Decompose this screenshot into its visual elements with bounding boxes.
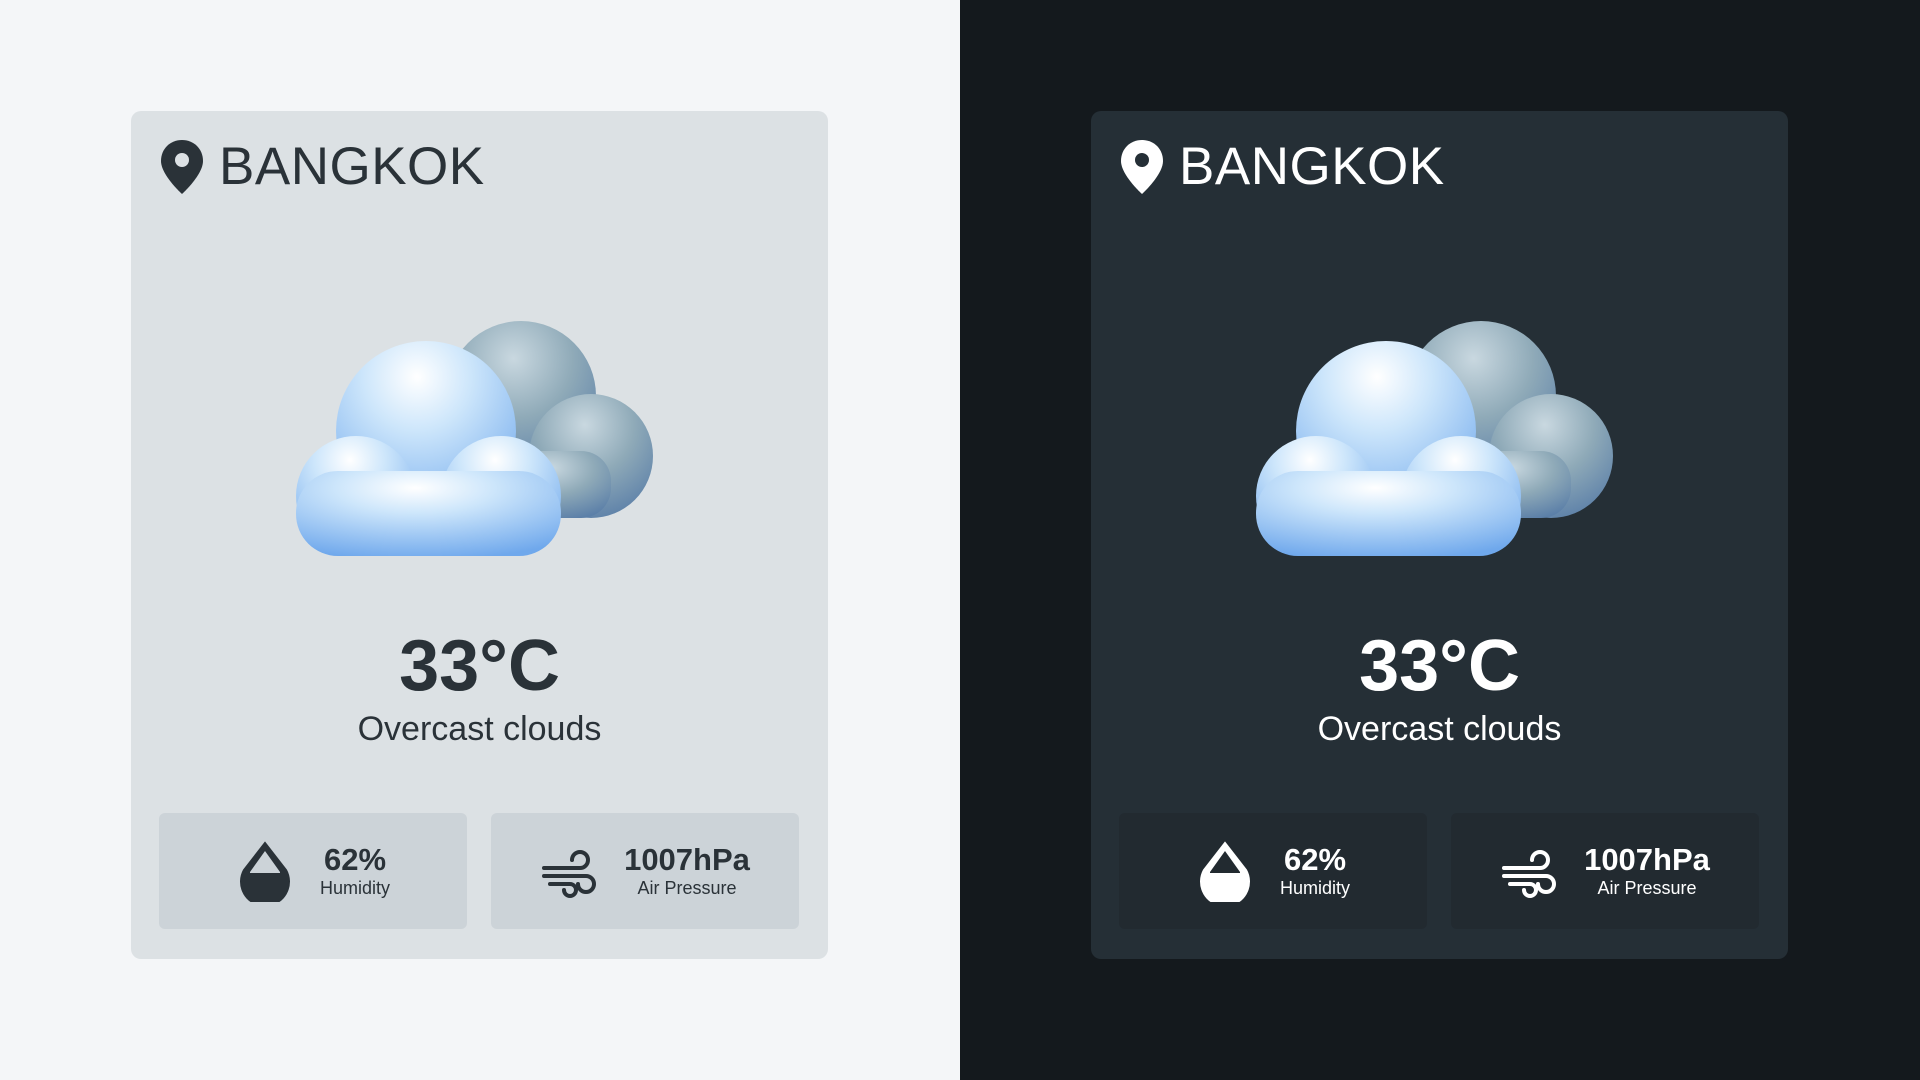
water-drop-icon xyxy=(1199,841,1250,902)
humidity-label: Humidity xyxy=(1279,878,1350,898)
air-pressure-stat: 1007hPa Air Pressure xyxy=(1451,813,1759,929)
weather-card-dark: BANGKOK 33°C Overcast clouds 62% Humidit… xyxy=(1091,111,1788,959)
air-pressure-stat: 1007hPa Air Pressure xyxy=(491,813,799,929)
wind-icon xyxy=(1502,850,1557,898)
wind-icon xyxy=(542,850,597,898)
humidity-stat: 62% Humidity xyxy=(1119,813,1427,929)
location-pin-icon xyxy=(1121,140,1163,194)
dark-theme-panel: BANGKOK 33°C Overcast clouds 62% Humidit… xyxy=(960,0,1920,1080)
weather-description: Overcast clouds xyxy=(357,710,602,748)
air-pressure-label: Air Pressure xyxy=(637,878,737,898)
humidity-value: 62% xyxy=(1283,842,1347,877)
air-pressure-value: 1007hPa xyxy=(624,842,750,877)
location-name: BANGKOK xyxy=(219,137,485,196)
temperature: 33°C xyxy=(399,626,560,706)
location-pin-icon xyxy=(161,140,203,194)
overcast-clouds-icon xyxy=(296,321,653,556)
light-theme-panel: BANGKOK 33°C Overcast clouds 62% Humidit… xyxy=(0,0,960,1080)
location-name: BANGKOK xyxy=(1179,137,1445,196)
location-header: BANGKOK xyxy=(159,137,485,197)
water-drop-icon xyxy=(239,841,290,902)
overcast-clouds-icon xyxy=(1256,321,1613,556)
humidity-stat: 62% Humidity xyxy=(159,813,467,929)
temperature: 33°C xyxy=(1359,626,1520,706)
location-header: BANGKOK xyxy=(1119,137,1445,197)
weather-card-light: BANGKOK 33°C Overcast clouds 62% Humidit… xyxy=(131,111,828,959)
humidity-value: 62% xyxy=(323,842,387,877)
air-pressure-value: 1007hPa xyxy=(1584,842,1710,877)
weather-description: Overcast clouds xyxy=(1317,710,1562,748)
humidity-label: Humidity xyxy=(319,878,390,898)
air-pressure-label: Air Pressure xyxy=(1597,878,1697,898)
